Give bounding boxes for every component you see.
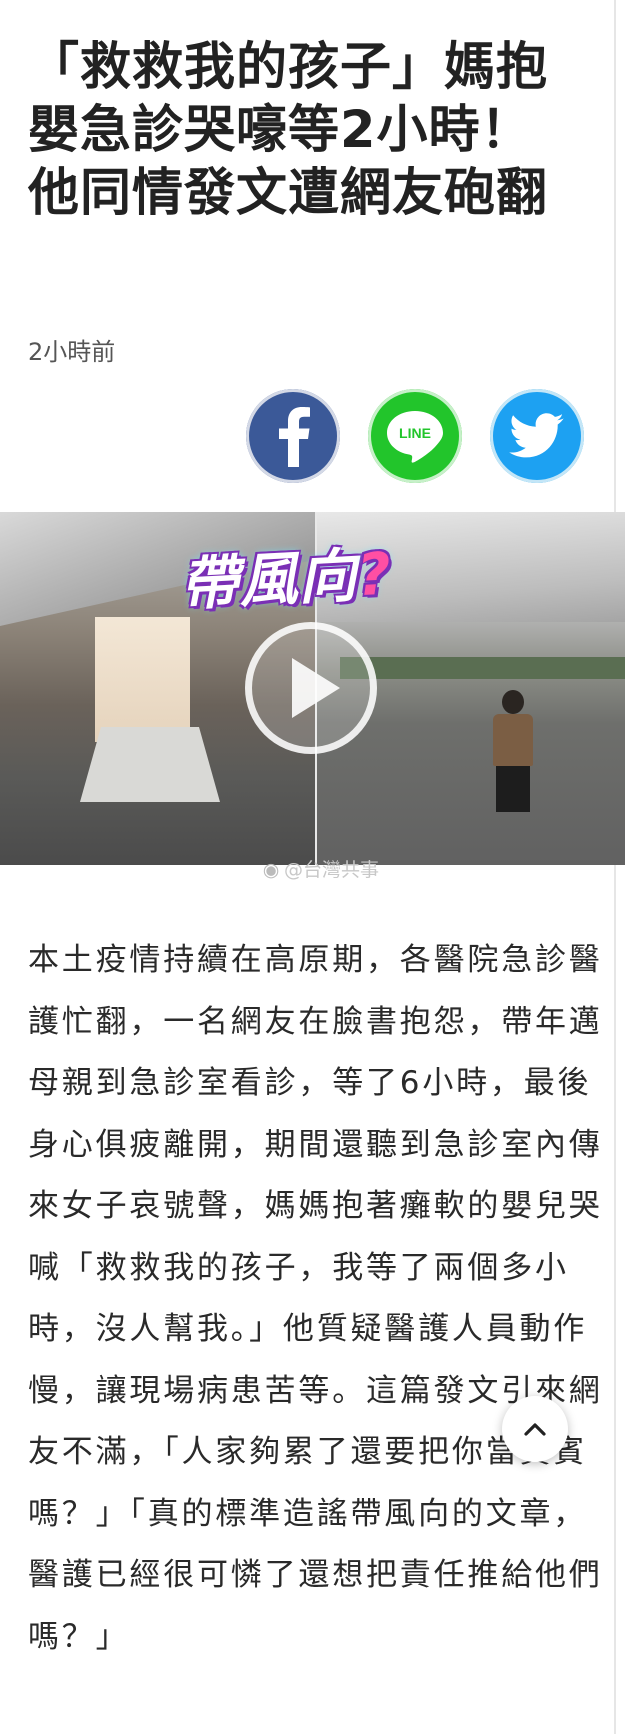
video-player[interactable]: 帶風向?: [0, 512, 625, 865]
play-button[interactable]: [245, 622, 377, 754]
standing-woman: [487, 690, 539, 840]
video-watermark: ◉ @台灣共事: [258, 855, 379, 882]
twitter-share-button[interactable]: [485, 384, 589, 488]
line-icon: LINE: [387, 411, 443, 463]
scroll-to-top-button[interactable]: [502, 1396, 568, 1462]
weibo-icon: ◉: [262, 859, 280, 881]
article-body: 本土疫情持續在高原期，各醫院急診醫護忙翻，一名網友在臉書抱怨，帶年邁母親到急診室…: [28, 942, 603, 1655]
share-buttons: LINE: [241, 384, 589, 488]
facebook-icon: [279, 407, 310, 467]
hospital-doorway: [95, 617, 190, 742]
page-edge: [614, 0, 616, 1734]
facebook-share-button[interactable]: [241, 384, 345, 488]
article-headline: 「救救我的孩子」媽抱嬰急診哭嚎等2小時！他同情發文遭網友砲翻: [28, 38, 549, 223]
play-icon: [292, 658, 340, 718]
hedge-row: [340, 657, 625, 679]
twitter-icon: [509, 413, 564, 458]
chevron-up-icon: [524, 1423, 546, 1436]
entrance-ramp: [80, 727, 220, 802]
video-overlay-title: 帶風向?: [178, 539, 394, 619]
article-timestamp: 2小時前: [28, 338, 116, 366]
line-share-button[interactable]: LINE: [363, 384, 467, 488]
line-label: LINE: [399, 425, 431, 441]
